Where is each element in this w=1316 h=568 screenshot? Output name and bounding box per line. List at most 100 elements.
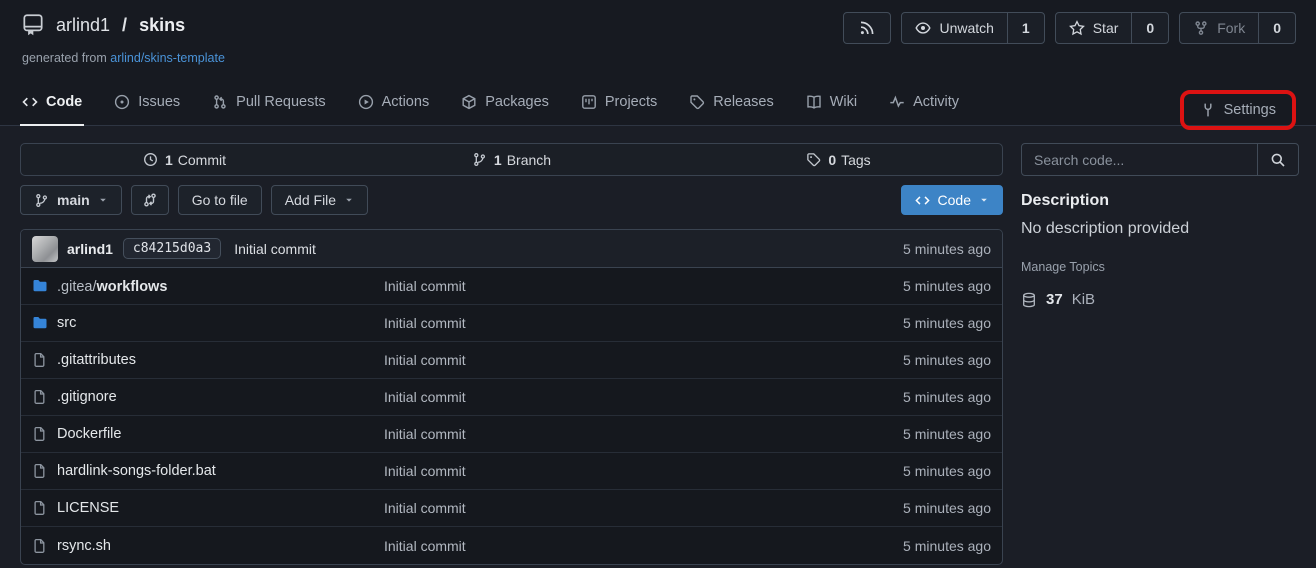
commit-time: 5 minutes ago <box>903 241 991 257</box>
project-board-icon <box>581 94 597 110</box>
table-row: .gitea/workflows Initial commit 5 minute… <box>21 268 1002 305</box>
tab-releases[interactable]: Releases <box>687 79 775 125</box>
file-link[interactable]: .gitattributes <box>57 352 136 368</box>
search-icon <box>1270 152 1286 168</box>
folder-link[interactable]: src <box>57 315 76 331</box>
issue-opened-icon <box>114 94 130 110</box>
search-input[interactable] <box>1022 144 1257 175</box>
commit-author-link[interactable]: arlind1 <box>67 241 113 257</box>
star-count[interactable]: 0 <box>1131 13 1168 43</box>
fork-count[interactable]: 0 <box>1258 13 1295 43</box>
tab-actions[interactable]: Actions <box>356 79 432 125</box>
fork-label: Fork <box>1217 20 1245 36</box>
tab-settings[interactable]: Settings <box>1198 102 1278 118</box>
row-commit-message[interactable]: Initial commit <box>384 315 841 331</box>
search-button[interactable] <box>1257 144 1298 175</box>
repository-icon <box>20 12 46 38</box>
file-icon <box>32 426 48 442</box>
commit-message-link[interactable]: Initial commit <box>234 241 316 257</box>
fork-button-group: Fork 0 <box>1179 12 1296 44</box>
star-button[interactable]: Star <box>1056 13 1132 43</box>
pulse-icon <box>889 94 905 110</box>
commit-count: 1 <box>165 152 173 168</box>
unwatch-button[interactable]: Unwatch <box>902 13 1006 43</box>
table-row: src Initial commit 5 minutes ago <box>21 305 1002 342</box>
tab-projects[interactable]: Projects <box>579 79 659 125</box>
row-commit-message[interactable]: Initial commit <box>384 500 841 516</box>
repo-header: arlind1 / skins <box>0 0 1316 126</box>
play-circle-icon <box>358 94 374 110</box>
file-icon <box>32 538 48 554</box>
repo-action-buttons: Unwatch 1 Star 0 <box>843 12 1296 44</box>
code-icon <box>22 94 38 110</box>
generated-from-prefix: generated from <box>22 51 107 65</box>
row-commit-message[interactable]: Initial commit <box>384 426 841 442</box>
tab-wiki[interactable]: Wiki <box>804 79 859 125</box>
repo-size: 37 KiB <box>1021 291 1299 308</box>
tags-link[interactable]: 0 Tags <box>675 152 1002 168</box>
row-commit-time: 5 minutes ago <box>841 352 991 368</box>
template-repo-link[interactable]: arlind/skins-template <box>110 51 225 65</box>
row-commit-time: 5 minutes ago <box>841 389 991 405</box>
tab-packages[interactable]: Packages <box>459 79 551 125</box>
rss-button-group <box>843 12 891 44</box>
table-row: Dockerfile Initial commit 5 minutes ago <box>21 416 1002 453</box>
file-link[interactable]: .gitignore <box>57 389 117 405</box>
folder-link[interactable]: workflows <box>97 279 168 295</box>
tab-label: Actions <box>382 94 430 110</box>
rss-button[interactable] <box>844 13 890 43</box>
tab-code[interactable]: Code <box>20 79 84 126</box>
table-row: .gitignore Initial commit 5 minutes ago <box>21 379 1002 416</box>
commit-hash-link[interactable]: c84215d0a3 <box>123 238 221 259</box>
latest-commit-row: arlind1 c84215d0a3 Initial commit 5 minu… <box>21 230 1002 268</box>
repo-owner-link[interactable]: arlind1 <box>56 15 110 36</box>
tab-label: Activity <box>913 94 959 110</box>
star-button-group: Star 0 <box>1055 12 1169 44</box>
branch-selector[interactable]: main <box>20 185 122 215</box>
book-icon <box>806 94 822 110</box>
commits-link[interactable]: 1 Commit <box>21 152 348 168</box>
tab-activity[interactable]: Activity <box>887 79 961 125</box>
repo-sidebar: Description No description provided Mana… <box>1021 143 1299 565</box>
tab-label: Projects <box>605 94 657 110</box>
tab-issues[interactable]: Issues <box>112 79 182 125</box>
branches-link[interactable]: 1 Branch <box>348 152 675 168</box>
branch-count-label: Branch <box>507 152 551 168</box>
manage-topics-link[interactable]: Manage Topics <box>1021 260 1299 274</box>
repo-toolbar: main Go to file Add F <box>20 185 1003 215</box>
file-link[interactable]: LICENSE <box>57 500 119 516</box>
description-text: No description provided <box>1021 220 1299 238</box>
add-file-button[interactable]: Add File <box>271 185 368 215</box>
watch-button-group: Unwatch 1 <box>901 12 1044 44</box>
row-commit-message[interactable]: Initial commit <box>384 463 841 479</box>
repo-separator: / <box>122 15 127 36</box>
avatar[interactable] <box>32 236 58 262</box>
chevron-down-icon <box>979 195 989 205</box>
watch-count[interactable]: 1 <box>1007 13 1044 43</box>
row-commit-message[interactable]: Initial commit <box>384 538 841 554</box>
code-icon <box>915 193 930 208</box>
row-commit-message[interactable]: Initial commit <box>384 389 841 405</box>
tab-label: Packages <box>485 94 549 110</box>
compare-button[interactable] <box>131 185 169 215</box>
table-row: hardlink-songs-folder.bat Initial commit… <box>21 453 1002 490</box>
database-icon <box>1021 292 1037 308</box>
repo-stats-bar: 1 Commit 1 Branch <box>20 143 1003 176</box>
code-download-button[interactable]: Code <box>901 185 1003 215</box>
generated-from: generated from arlind/skins-template <box>22 51 1296 65</box>
fork-button[interactable]: Fork <box>1180 13 1258 43</box>
folder-path-prefix[interactable]: .gitea/ <box>57 279 97 295</box>
file-icon <box>32 500 48 516</box>
file-link[interactable]: hardlink-songs-folder.bat <box>57 463 216 479</box>
repo-name-link[interactable]: skins <box>139 15 185 36</box>
repo-size-unit: KiB <box>1072 291 1095 308</box>
go-to-file-label: Go to file <box>192 192 248 208</box>
row-commit-message[interactable]: Initial commit <box>384 352 841 368</box>
package-icon <box>461 94 477 110</box>
file-link[interactable]: Dockerfile <box>57 426 121 442</box>
row-commit-message[interactable]: Initial commit <box>384 278 841 294</box>
file-link[interactable]: rsync.sh <box>57 538 111 554</box>
go-to-file-button[interactable]: Go to file <box>178 185 262 215</box>
tab-pull-requests[interactable]: Pull Requests <box>210 79 327 125</box>
repo-tab-bar: Code Issues Pull Requests <box>20 79 1296 125</box>
